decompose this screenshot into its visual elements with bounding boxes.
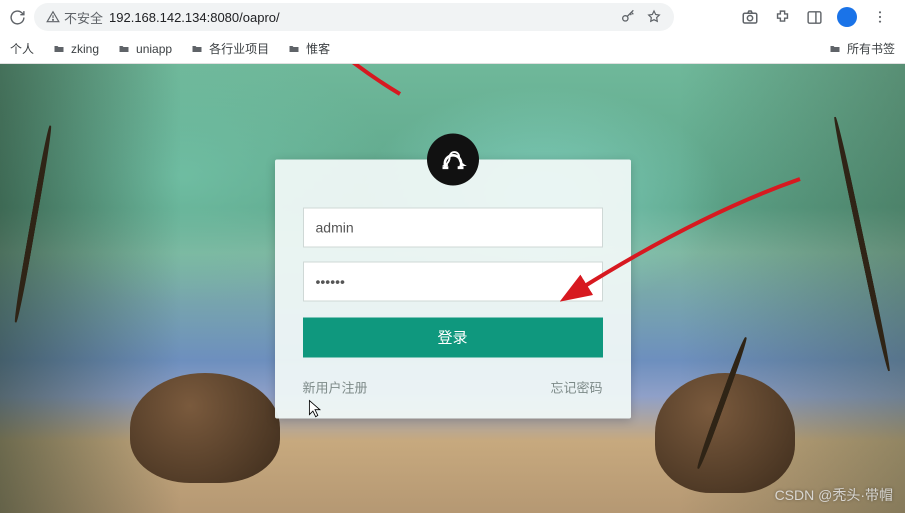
profile-avatar[interactable] bbox=[837, 7, 857, 27]
extensions-icon[interactable] bbox=[773, 8, 791, 26]
side-panel-icon[interactable] bbox=[805, 8, 823, 26]
bookmark-label: zking bbox=[71, 42, 99, 56]
bookmark-item-uniapp[interactable]: uniapp bbox=[117, 42, 172, 56]
username-input[interactable] bbox=[303, 207, 603, 247]
login-links: 新用户注册 忘记密码 bbox=[303, 377, 603, 396]
folder-icon bbox=[117, 43, 131, 55]
camera-icon[interactable] bbox=[741, 8, 759, 26]
folder-icon bbox=[287, 43, 301, 55]
login-button[interactable]: 登录 bbox=[303, 317, 603, 357]
bookmark-item-personal[interactable]: 个人 bbox=[10, 40, 34, 57]
watermark: CSDN @秃头·带帽 bbox=[775, 485, 893, 505]
bookmark-label: uniapp bbox=[136, 42, 172, 56]
login-card: 登录 新用户注册 忘记密码 bbox=[275, 159, 631, 418]
key-icon[interactable] bbox=[620, 9, 636, 25]
logo-circle bbox=[427, 133, 479, 185]
bookmark-item-industry[interactable]: 各行业项目 bbox=[190, 40, 269, 57]
bookmark-star-icon[interactable] bbox=[646, 9, 662, 25]
reload-icon[interactable] bbox=[8, 8, 26, 26]
bookmark-item-zking[interactable]: zking bbox=[52, 42, 99, 56]
decor-stump bbox=[130, 373, 280, 483]
page-content: 登录 新用户注册 忘记密码 CSDN @秃头·带帽 bbox=[0, 64, 905, 513]
bookmark-overflow[interactable]: 所有书签 bbox=[828, 40, 895, 57]
security-label: 不安全 bbox=[64, 8, 103, 27]
bookmark-item-weike[interactable]: 惟客 bbox=[287, 40, 330, 57]
register-link[interactable]: 新用户注册 bbox=[303, 377, 368, 396]
bookmarks-bar: 个人 zking uniapp 各行业项目 惟客 所有书签 bbox=[0, 34, 905, 64]
folder-icon bbox=[52, 43, 66, 55]
bookmark-label: 惟客 bbox=[306, 40, 330, 57]
menu-dots-icon[interactable] bbox=[871, 8, 889, 26]
bookmark-label: 个人 bbox=[10, 40, 34, 57]
folder-icon bbox=[828, 43, 842, 55]
forgot-password-link[interactable]: 忘记密码 bbox=[550, 377, 602, 396]
browser-toolbar: 不安全 192.168.142.134:8080/oapro/ bbox=[0, 0, 905, 34]
omega-icon bbox=[439, 145, 467, 173]
bookmark-label: 各行业项目 bbox=[209, 40, 269, 57]
browser-right-icons bbox=[741, 7, 897, 27]
address-bar[interactable]: 不安全 192.168.142.134:8080/oapro/ bbox=[34, 3, 674, 31]
security-badge: 不安全 bbox=[46, 8, 103, 27]
url-text: 192.168.142.134:8080/oapro/ bbox=[109, 10, 280, 25]
bookmark-overflow-label: 所有书签 bbox=[847, 40, 895, 57]
cursor-icon bbox=[308, 399, 322, 419]
password-input[interactable] bbox=[303, 261, 603, 301]
folder-icon bbox=[190, 43, 204, 55]
warning-triangle-icon bbox=[46, 10, 60, 24]
